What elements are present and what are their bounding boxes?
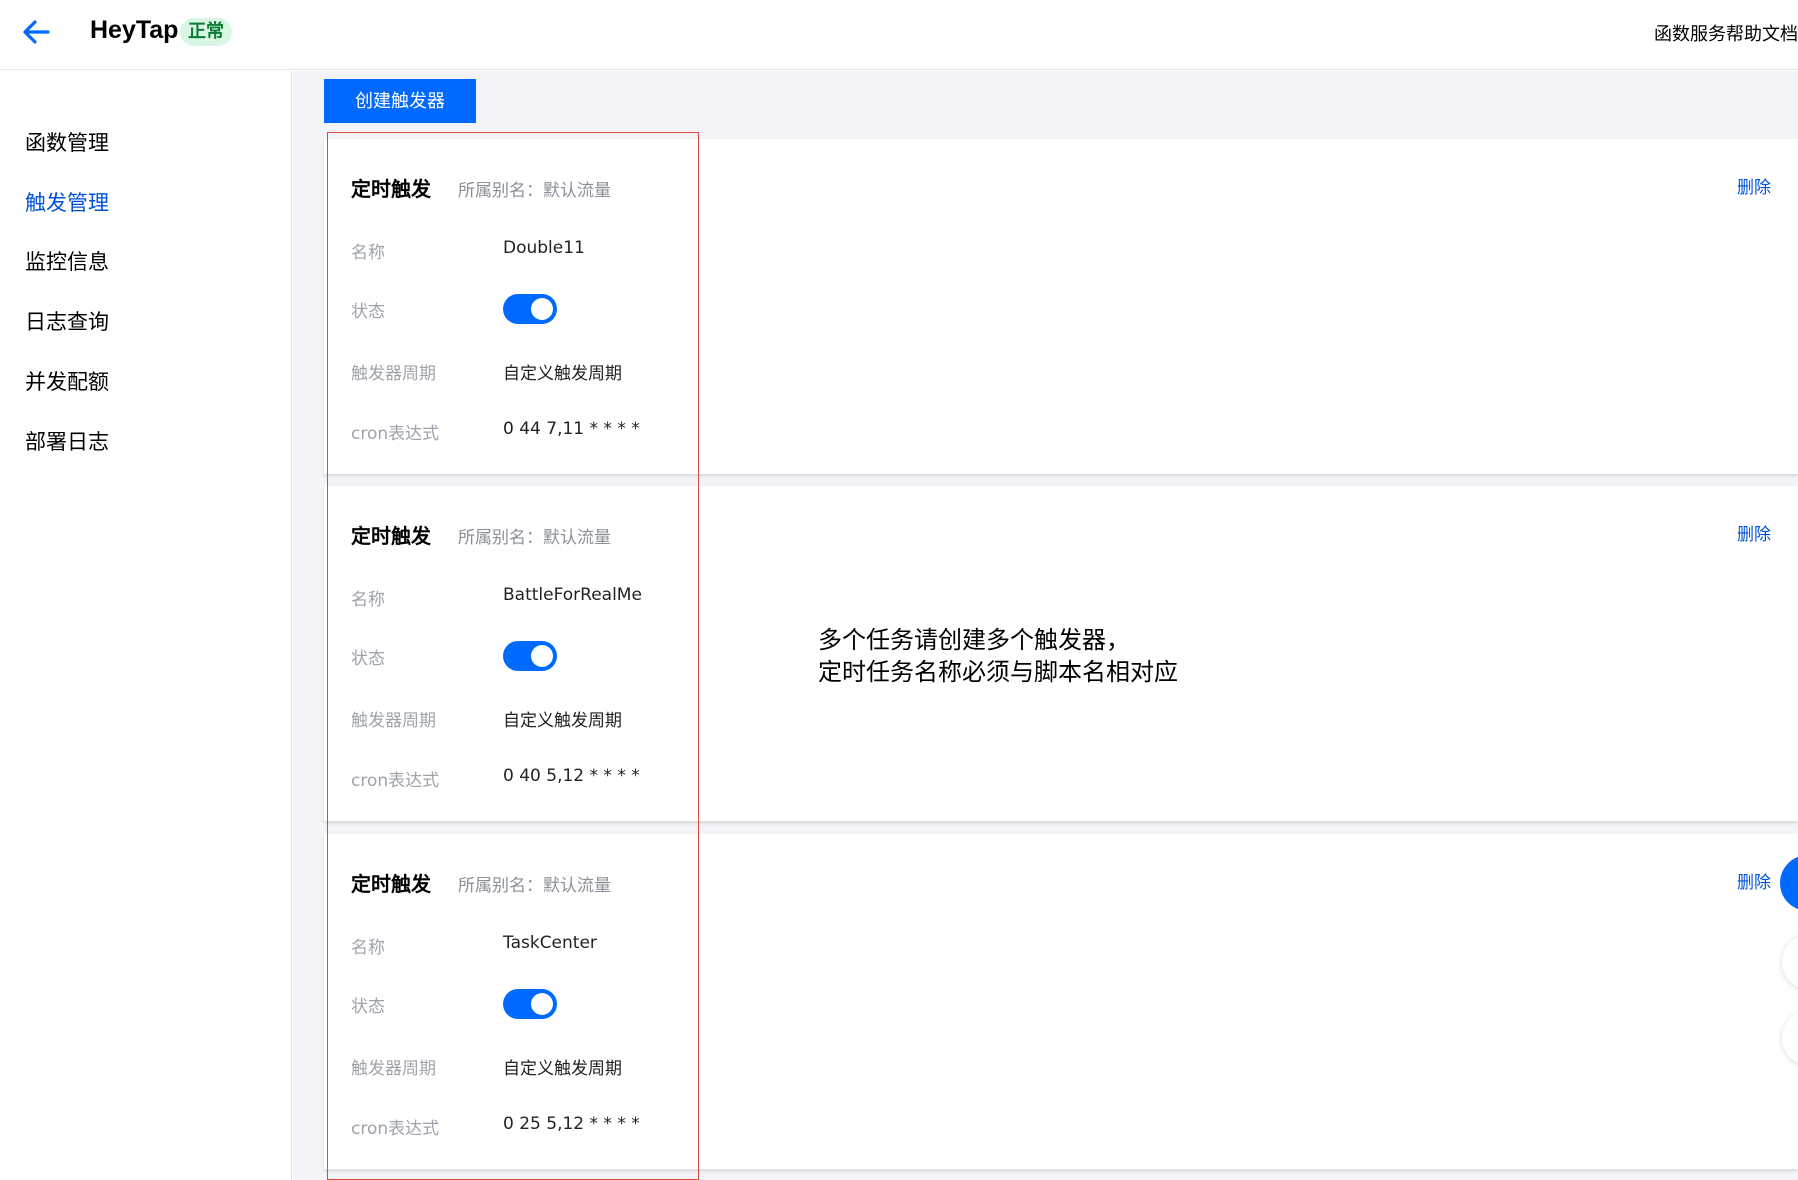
trigger-alias: 所属别名：默认流量 [458,528,611,548]
trigger-card: 定时触发 所属别名：默认流量 删除 名称 TaskCenter 状态 触发器周期… [324,834,1798,1169]
trigger-type: 定时触发 [351,524,431,548]
status-toggle[interactable] [503,641,557,671]
sidebar: 函数管理 触发管理 监控信息 日志查询 并发配额 部署日志 [0,71,292,1180]
cron-label: cron表达式 [351,771,440,791]
trigger-alias: 所属别名：默认流量 [458,181,611,201]
app-title: HeyTap [90,16,179,44]
status-label: 状态 [351,302,385,322]
cron-expression: 0 25 5,12 * * * * [503,1114,640,1134]
help-docs-link[interactable]: 函数服务帮助文档 [1654,20,1798,46]
period-label: 触发器周期 [351,364,436,384]
trigger-alias: 所属别名：默认流量 [458,876,611,896]
status-toggle[interactable] [503,294,557,324]
arrow-left-icon [23,20,50,44]
delete-trigger-button[interactable]: 删除 [1737,868,1771,893]
annotation-note: 多个任务请创建多个触发器， 定时任务名称必须与脚本名相对应 [818,624,1178,688]
toggle-knob [531,993,553,1015]
delete-trigger-button[interactable]: 删除 [1737,173,1771,198]
status-toggle[interactable] [503,989,557,1019]
sidebar-item-function-management[interactable]: 函数管理 [25,127,109,157]
back-button[interactable] [18,12,54,52]
trigger-period: 自定义触发周期 [503,1059,622,1079]
period-label: 触发器周期 [351,711,436,731]
status-label: 状态 [351,997,385,1017]
cron-label: cron表达式 [351,1119,440,1139]
trigger-name: Double11 [503,238,585,258]
name-label: 名称 [351,938,385,958]
trigger-name: TaskCenter [503,933,597,953]
trigger-type: 定时触发 [351,177,431,201]
sidebar-item-log-query[interactable]: 日志查询 [25,306,109,336]
status-badge: 正常 [180,18,232,46]
sidebar-item-deploy-logs[interactable]: 部署日志 [25,426,109,456]
toggle-knob [531,645,553,667]
cron-expression: 0 40 5,12 * * * * [503,766,640,786]
trigger-name: BattleForRealMe [503,585,642,605]
cron-expression: 0 44 7,11 * * * * [503,419,640,439]
annotation-line-1: 多个任务请创建多个触发器， [818,626,1130,654]
top-header: HeyTap 正常 函数服务帮助文档 [0,0,1798,70]
period-label: 触发器周期 [351,1059,436,1079]
trigger-type: 定时触发 [351,872,431,896]
trigger-period: 自定义触发周期 [503,711,622,731]
annotation-line-2: 定时任务名称必须与脚本名相对应 [818,658,1178,686]
status-label: 状态 [351,649,385,669]
sidebar-item-concurrency-quota[interactable]: 并发配额 [25,366,109,396]
cron-label: cron表达式 [351,424,440,444]
trigger-period: 自定义触发周期 [503,364,622,384]
delete-trigger-button[interactable]: 删除 [1737,520,1771,545]
name-label: 名称 [351,243,385,263]
toggle-knob [531,298,553,320]
name-label: 名称 [351,590,385,610]
trigger-card: 定时触发 所属别名：默认流量 删除 名称 Double11 状态 触发器周期 自… [324,139,1798,474]
create-trigger-button[interactable]: 创建触发器 [324,79,476,123]
sidebar-item-monitoring[interactable]: 监控信息 [25,246,109,276]
sidebar-item-trigger-management[interactable]: 触发管理 [25,187,109,217]
